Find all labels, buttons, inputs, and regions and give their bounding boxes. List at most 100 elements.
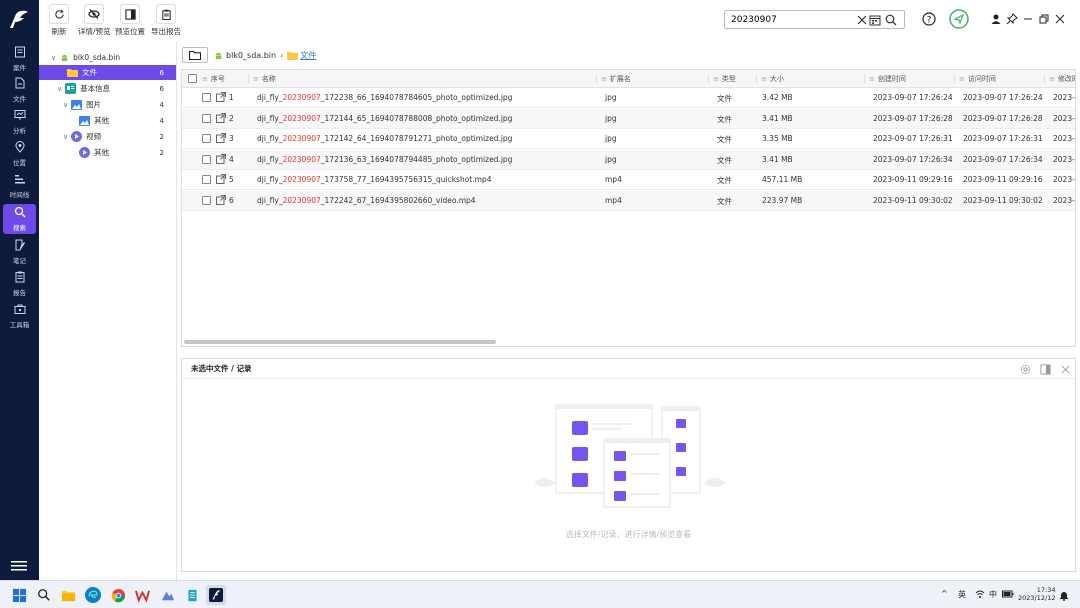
user-icon[interactable] xyxy=(989,12,1003,26)
wps-office-icon[interactable] xyxy=(134,587,150,603)
wifi-icon[interactable] xyxy=(975,589,985,599)
col-modified[interactable]: ≡修改时 xyxy=(1044,74,1075,84)
calendar-icon[interactable] xyxy=(869,14,881,26)
preview-position-button[interactable]: 预览位置 xyxy=(115,4,145,37)
table-row[interactable]: 5 dji_fly_20230907_173758_77_169439575631… xyxy=(182,170,1075,190)
row-filename[interactable]: dji_fly_20230907_172242_67_1694395802660… xyxy=(257,196,476,205)
table-row[interactable]: 4 dji_fly_20230907_172136_63_169407879448… xyxy=(182,149,1075,170)
table-row[interactable]: 2 dji_fly_20230907_172144_65_169407878800… xyxy=(182,108,1075,129)
android-icon xyxy=(215,52,222,59)
nav-item-location[interactable]: 位置 xyxy=(3,139,36,169)
row-checkbox[interactable] xyxy=(202,154,211,164)
row-checkbox[interactable] xyxy=(202,134,211,143)
nav-item-toolbox[interactable]: 工具箱 xyxy=(3,301,36,331)
nav-item-label: 时间线 xyxy=(9,191,30,199)
open-external-icon[interactable] xyxy=(216,194,226,205)
open-external-icon[interactable] xyxy=(216,174,226,184)
close-icon[interactable] xyxy=(1053,12,1067,26)
file-explorer-icon[interactable] xyxy=(60,587,76,603)
tree-item-files[interactable]: 文件 6 xyxy=(39,65,176,80)
nav-item-file[interactable]: 文件 xyxy=(3,75,36,105)
col-accessed[interactable]: ≡ 访问时间 xyxy=(954,74,996,84)
row-filename[interactable]: dji_fly_20230907_172136_63_1694078794485… xyxy=(257,155,512,164)
table-row[interactable]: 6 dji_fly_20230907_172242_67_169439580266… xyxy=(182,190,1075,211)
search-field[interactable] xyxy=(724,10,905,29)
export-report-button[interactable]: 导出报告 xyxy=(151,4,181,37)
col-ext[interactable]: ≡ 扩展名 xyxy=(596,74,631,84)
tree-root[interactable]: ∨ blk0_sda.bin xyxy=(39,50,176,65)
tree-item-basic-info[interactable]: ∨ 基本信息 6 xyxy=(39,81,176,96)
nav-item-analysis[interactable]: 分析 xyxy=(3,107,36,137)
row-checkbox[interactable] xyxy=(202,195,211,205)
row-checkbox[interactable] xyxy=(202,93,211,102)
restore-icon[interactable] xyxy=(1037,12,1051,26)
nav-item-label: 案件 xyxy=(13,64,26,72)
ime-mode[interactable]: 中 xyxy=(989,589,997,600)
breadcrumb-folder[interactable]: 文件 xyxy=(300,50,316,61)
row-modified: 2023-0 xyxy=(1053,113,1075,123)
windows-start-icon[interactable] xyxy=(11,587,27,603)
breadcrumb-device[interactable]: blk0_sda.bin xyxy=(226,51,276,60)
tree-item-images[interactable]: ∨ 图片 4 xyxy=(39,97,176,112)
search-input[interactable] xyxy=(731,14,851,25)
back-folder-button[interactable] xyxy=(182,47,208,63)
settings-icon[interactable] xyxy=(1020,364,1031,375)
edge-browser-icon[interactable] xyxy=(85,587,101,603)
nav-item-report[interactable]: 报告 xyxy=(3,269,36,299)
detail-preview-button[interactable]: 详情/预览 xyxy=(78,4,111,37)
nav-item-search[interactable]: 搜索 xyxy=(3,204,36,234)
notepad-icon[interactable] xyxy=(184,587,200,603)
nav-item-case[interactable]: 案件 xyxy=(3,44,36,74)
taskbar-search-icon[interactable] xyxy=(36,587,52,603)
row-filename[interactable]: dji_fly_20230907_173758_77_1694395756315… xyxy=(257,175,491,184)
breadcrumb-separator: › xyxy=(280,50,284,60)
photos-app-icon[interactable] xyxy=(159,587,175,603)
panel-toggle-icon[interactable] xyxy=(1040,364,1051,375)
chrome-icon[interactable] xyxy=(110,587,126,603)
nav-item-label: 搜索 xyxy=(13,224,26,232)
tree-item-images-other[interactable]: 其他 4 xyxy=(39,113,176,128)
table-row[interactable]: 1 dji_fly_20230907_172238_66_169407878460… xyxy=(182,88,1075,108)
android-icon xyxy=(61,54,68,62)
nav-item-note[interactable]: 笔记 xyxy=(3,237,36,267)
tray-expand-icon[interactable]: ^ xyxy=(941,589,948,598)
open-external-icon[interactable] xyxy=(216,112,226,123)
row-filename[interactable]: dji_fly_20230907_172142_64_1694078791271… xyxy=(257,134,512,143)
refresh-button[interactable]: 刷新 xyxy=(49,4,69,37)
row-filename[interactable]: dji_fly_20230907_172238_66_1694078784605… xyxy=(257,93,512,102)
row-ext: jpg xyxy=(605,93,617,102)
row-created: 2023-09-07 17:26:24 xyxy=(873,93,953,102)
close-icon[interactable] xyxy=(1060,364,1071,375)
tree-item-video-other[interactable]: 其他 2 xyxy=(39,145,176,160)
table-row[interactable]: 3 dji_fly_20230907_172142_64_169407879127… xyxy=(182,129,1075,149)
notification-bell-icon[interactable] xyxy=(1059,590,1069,601)
send-icon[interactable] xyxy=(949,9,969,29)
nav-item-timeline[interactable]: 时间线 xyxy=(3,171,36,201)
col-name[interactable]: ≡ 名称 xyxy=(248,74,276,84)
clock[interactable]: 17:34 2023/12/12 xyxy=(1018,586,1055,602)
pin-icon[interactable] xyxy=(1005,12,1019,26)
forensic-app-icon[interactable] xyxy=(206,585,226,605)
filename-highlight: 20230907 xyxy=(282,195,321,205)
row-checkbox[interactable] xyxy=(202,175,211,184)
battery-icon[interactable] xyxy=(1002,589,1014,599)
drag-handle-icon: ≡ xyxy=(869,75,875,83)
horizontal-scrollbar[interactable] xyxy=(184,340,496,344)
row-checkbox[interactable] xyxy=(202,113,211,123)
search-icon[interactable] xyxy=(885,14,897,26)
help-icon[interactable]: ? xyxy=(922,12,936,26)
col-created[interactable]: ≡ 创建时间 xyxy=(864,74,906,84)
clear-icon[interactable] xyxy=(856,14,868,26)
ime-language[interactable]: 英 xyxy=(958,589,966,600)
select-all-checkbox[interactable] xyxy=(188,74,197,83)
open-external-icon[interactable] xyxy=(216,153,226,164)
open-external-icon[interactable] xyxy=(216,92,226,102)
row-filename[interactable]: dji_fly_20230907_172144_65_1694078788008… xyxy=(257,114,512,123)
col-index[interactable]: ≡ 序号 xyxy=(202,74,225,84)
minimize-icon[interactable] xyxy=(1021,12,1035,26)
menu-icon[interactable] xyxy=(11,560,27,572)
col-size[interactable]: ≡ 大小 xyxy=(756,74,784,84)
col-type[interactable]: ≡ 类型 xyxy=(708,74,736,84)
open-external-icon[interactable] xyxy=(216,133,226,143)
tree-item-video[interactable]: ∨ 视频 2 xyxy=(39,129,176,144)
